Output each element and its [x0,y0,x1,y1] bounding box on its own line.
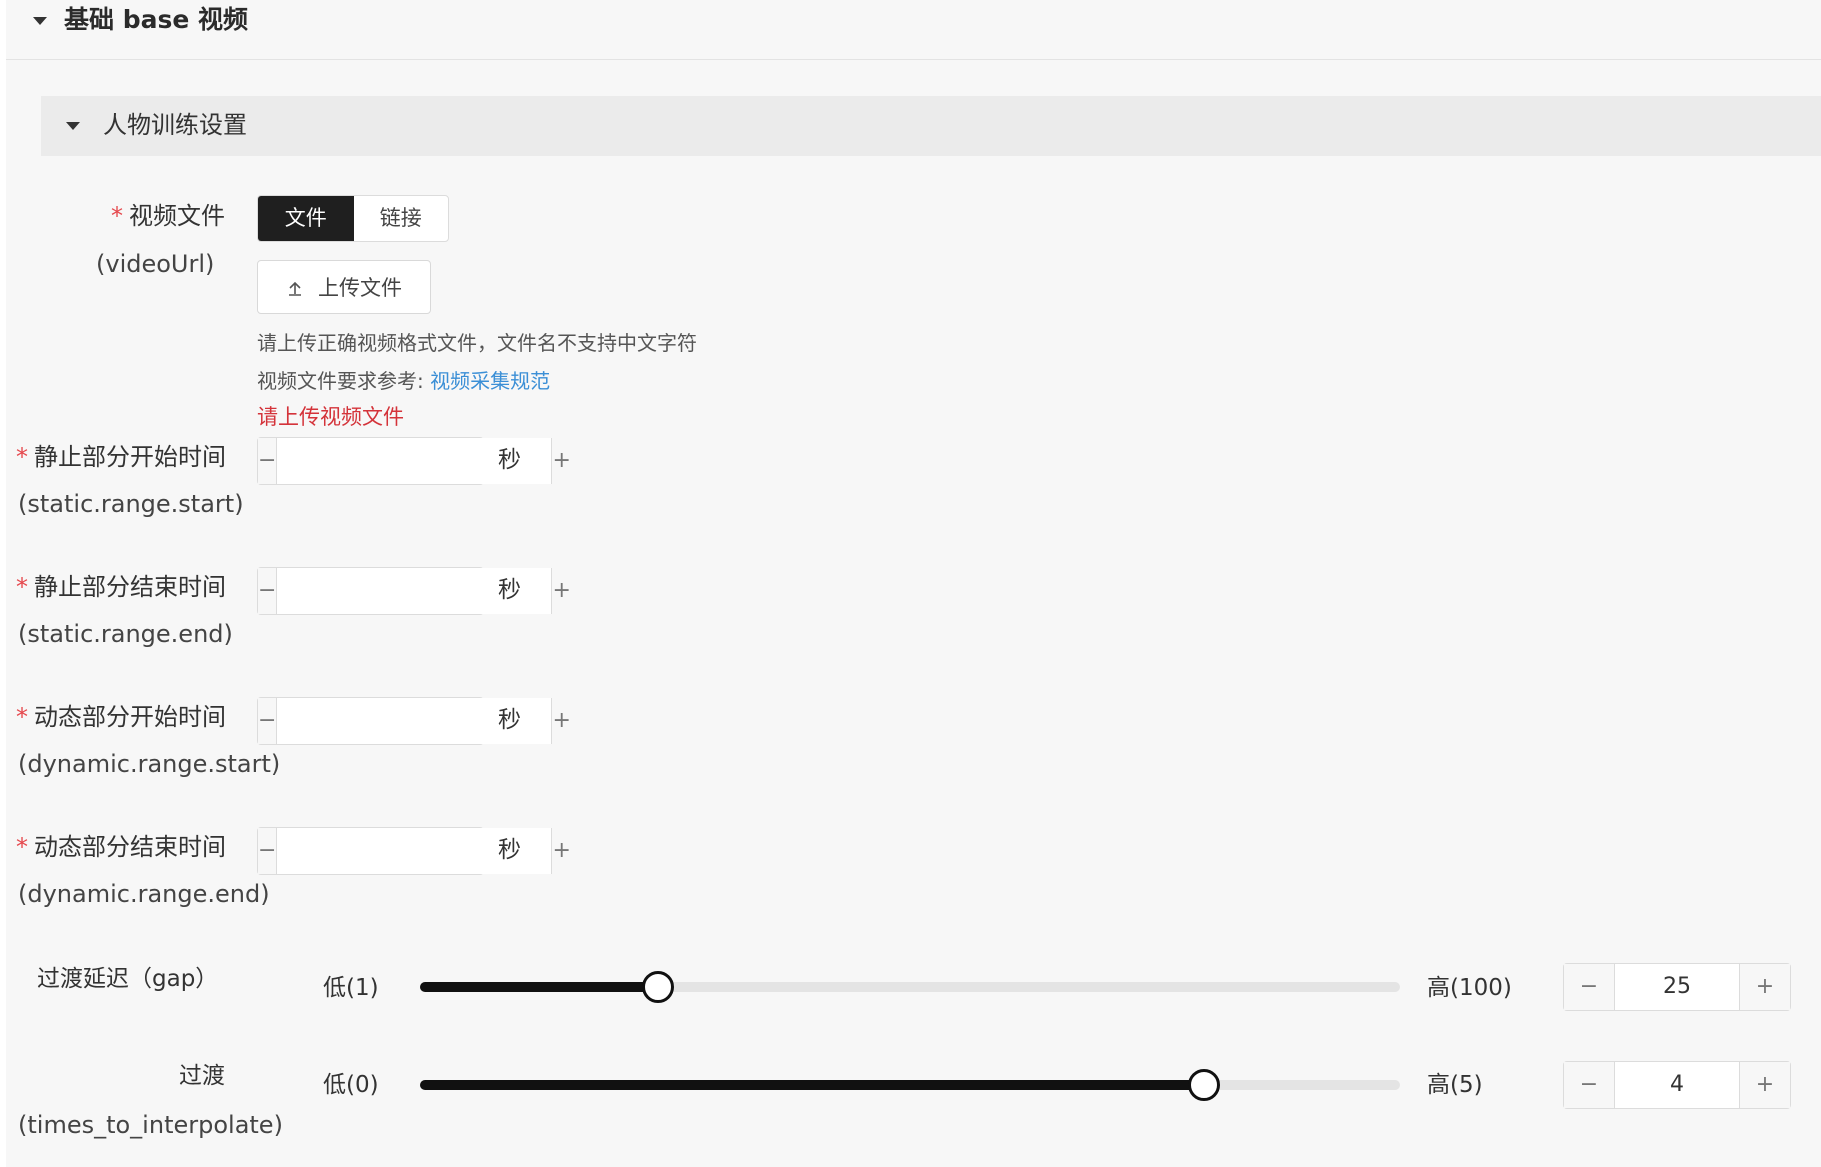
dynamic-start-sublabel: (dynamic.range.start) [18,750,281,778]
required-mark: * [16,443,28,471]
segment-link[interactable]: 链接 [354,196,449,241]
interpolate-slider-track[interactable] [420,1080,1400,1090]
decrement-button[interactable]: − [1564,1062,1615,1108]
upload-hint: 请上传正确视频格式文件，文件名不支持中文字符 [257,331,697,355]
gap-value-input[interactable]: 25 [1615,964,1739,1010]
interpolate-sublabel: (times_to_interpolate) [18,1111,283,1139]
gap-slider-track[interactable] [420,982,1400,992]
static-end-label: * 静止部分结束时间 [16,573,226,601]
dynamic-start-label: * 动态部分开始时间 [16,703,226,731]
interpolate-label: 过渡 [179,1063,225,1089]
subsection-title: 人物训练设置 [103,111,247,139]
unit-seconds: 秒 [498,577,521,603]
upload-button-label: 上传文件 [318,276,402,300]
gap-min-label: 低(1) [323,975,379,1001]
interpolate-slider-fill [420,1080,1204,1090]
unit-seconds: 秒 [498,837,521,863]
gap-max-label: 高(100) [1427,975,1512,1001]
gap-slider-thumb[interactable] [641,971,674,1003]
settings-panel: 基础 base 视频 人物训练设置 * 视频文件 (videoUrl) 文件 链接… [6,0,1821,1167]
decrement-button[interactable]: − [1564,964,1615,1010]
dynamic-end-sublabel: (dynamic.range.end) [18,880,270,908]
source-type-toggle: 文件 链接 [257,195,449,242]
segment-file[interactable]: 文件 [258,196,354,241]
increment-button[interactable]: + [551,698,571,744]
upload-icon [286,278,304,296]
increment-button[interactable]: + [551,438,571,484]
static-start-stepper: − + [257,437,571,485]
static-start-label: * 静止部分开始时间 [16,443,226,471]
required-mark: * [16,703,28,731]
gap-slider-fill [420,982,658,992]
static-end-stepper: − + [257,567,571,615]
video-requirement-hint: 视频文件要求参考: 视频采集规范 [257,369,551,393]
gap-label: 过渡延迟（gap） [37,966,219,992]
interpolate-slider-thumb[interactable] [1188,1069,1220,1101]
video-file-label: * 视频文件 [111,202,225,230]
section-header-base-video[interactable]: 基础 base 视频 [6,0,1821,60]
interpolate-max-label: 高(5) [1427,1072,1483,1098]
decrement-button[interactable]: − [258,438,278,484]
increment-button[interactable]: + [551,568,571,614]
caret-down-icon[interactable] [30,14,50,28]
upload-error-message: 请上传视频文件 [257,405,404,429]
interpolate-stepper: − 4 + [1563,1061,1791,1109]
increment-button[interactable]: + [1739,964,1790,1010]
decrement-button[interactable]: − [258,698,278,744]
video-spec-link[interactable]: 视频采集规范 [430,369,550,393]
required-mark: * [16,573,28,601]
unit-seconds: 秒 [498,447,521,473]
dynamic-end-stepper: − + [257,827,571,875]
static-start-sublabel: (static.range.start) [18,490,244,518]
video-file-sublabel: (videoUrl) [96,250,215,278]
subsection-header-character-training[interactable]: 人物训练设置 [41,96,1821,156]
gap-stepper: − 25 + [1563,963,1791,1011]
dynamic-end-label: * 动态部分结束时间 [16,833,226,861]
required-mark: * [16,833,28,861]
increment-button[interactable]: + [551,828,571,874]
unit-seconds: 秒 [498,707,521,733]
decrement-button[interactable]: − [258,568,278,614]
static-end-sublabel: (static.range.end) [18,620,233,648]
upload-file-button[interactable]: 上传文件 [257,260,431,314]
required-mark: * [111,202,123,230]
increment-button[interactable]: + [1739,1062,1790,1108]
dynamic-start-stepper: − + [257,697,571,745]
caret-down-icon[interactable] [63,119,83,133]
decrement-button[interactable]: − [258,828,278,874]
interpolate-value-input[interactable]: 4 [1615,1062,1739,1108]
section-title: 基础 base 视频 [64,5,249,34]
interpolate-min-label: 低(0) [323,1072,379,1098]
